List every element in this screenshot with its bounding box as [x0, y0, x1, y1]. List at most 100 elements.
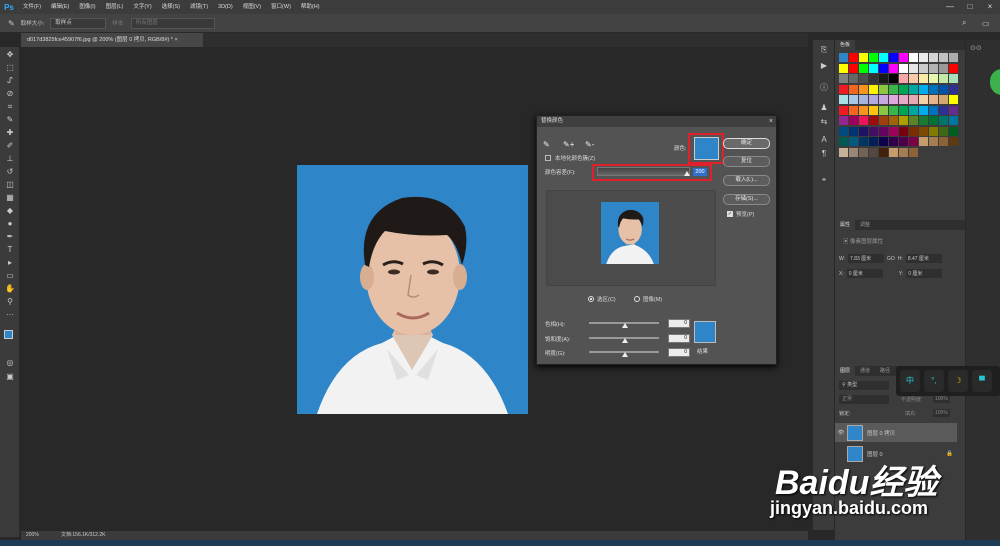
- color-swatch[interactable]: [909, 105, 918, 115]
- play-icon[interactable]: ▶: [817, 60, 831, 72]
- color-swatch[interactable]: [839, 53, 848, 62]
- color-swatch[interactable]: [869, 63, 878, 73]
- ok-button[interactable]: 确定: [723, 138, 770, 149]
- menu-filter[interactable]: 滤镜(T): [185, 0, 213, 14]
- tab-channels[interactable]: 通道: [855, 366, 875, 376]
- type-tool-icon[interactable]: T: [3, 244, 17, 255]
- color-swatch[interactable]: [839, 74, 848, 83]
- color-swatch[interactable]: [919, 116, 928, 125]
- color-swatch[interactable]: [899, 105, 908, 115]
- tab-swatches[interactable]: 色板: [835, 40, 856, 50]
- color-swatch[interactable]: [899, 116, 908, 125]
- color-swatch[interactable]: [939, 116, 948, 125]
- color-swatch[interactable]: [939, 53, 948, 62]
- search-icon[interactable]: ⌕: [962, 18, 966, 28]
- saturation-slider-thumb[interactable]: [622, 338, 628, 343]
- eyedropper-icon[interactable]: ✎: [543, 140, 550, 149]
- color-swatch[interactable]: [869, 116, 878, 125]
- menu-image[interactable]: 图像(I): [74, 0, 100, 14]
- color-swatch[interactable]: [889, 95, 898, 104]
- link-glasses-icon[interactable]: ⊙⊙: [970, 44, 982, 52]
- color-swatch[interactable]: [899, 126, 908, 136]
- info-icon[interactable]: ⓘ: [817, 82, 831, 94]
- menu-type[interactable]: 文字(Y): [128, 0, 156, 14]
- color-swatch[interactable]: [879, 95, 888, 104]
- localized-checkbox[interactable]: [545, 155, 551, 161]
- color-swatch[interactable]: [849, 63, 858, 73]
- color-swatch[interactable]: [949, 95, 958, 104]
- color-swatch[interactable]: [879, 63, 888, 73]
- pen-tool-icon[interactable]: ✒: [3, 231, 17, 242]
- color-swatch[interactable]: [899, 95, 908, 104]
- color-swatch[interactable]: [929, 84, 938, 94]
- opacity-input[interactable]: 100%: [933, 395, 950, 403]
- healing-tool-icon[interactable]: ✚: [3, 127, 17, 138]
- zoom-level[interactable]: 200%: [26, 531, 39, 540]
- green-widget[interactable]: [990, 69, 1000, 95]
- color-swatch[interactable]: [889, 84, 898, 94]
- color-swatch[interactable]: [919, 84, 928, 94]
- color-swatch[interactable]: [939, 74, 948, 83]
- color-swatch[interactable]: [859, 147, 868, 157]
- layer-kind-filter[interactable]: ⚲ 类型: [839, 381, 889, 390]
- color-swatch[interactable]: [849, 105, 858, 115]
- color-swatch[interactable]: [859, 84, 868, 94]
- color-swatch[interactable]: [839, 126, 848, 136]
- saturation-input[interactable]: 0: [668, 334, 690, 343]
- color-swatch[interactable]: [889, 126, 898, 136]
- fill-input[interactable]: 100%: [933, 409, 950, 417]
- color-swatch[interactable]: [929, 53, 938, 62]
- menu-file[interactable]: 文件(F): [18, 0, 46, 14]
- tab-layers[interactable]: 图层: [835, 366, 856, 376]
- quick-mask-icon[interactable]: ◎: [3, 357, 17, 368]
- color-swatch[interactable]: [859, 116, 868, 125]
- brush-tool-icon[interactable]: ✐: [3, 140, 17, 151]
- color-swatch[interactable]: [849, 74, 858, 83]
- result-swatch[interactable]: [694, 321, 716, 343]
- color-swatch[interactable]: [909, 147, 918, 157]
- eye-icon[interactable]: 👁: [835, 430, 847, 436]
- color-swatch[interactable]: [869, 74, 878, 83]
- shape-tool-icon[interactable]: ▭: [3, 270, 17, 281]
- hue-input[interactable]: 0: [668, 319, 690, 328]
- color-swatch[interactable]: [879, 74, 888, 83]
- color-swatch[interactable]: [929, 95, 938, 104]
- color-swatch[interactable]: [889, 53, 898, 62]
- maximize-button[interactable]: □: [960, 0, 980, 14]
- color-swatch[interactable]: [869, 137, 878, 146]
- close-window-button[interactable]: ×: [980, 0, 1000, 14]
- punctuation-button[interactable]: °,: [924, 370, 944, 392]
- brush-preset-icon[interactable]: ♟: [817, 102, 831, 114]
- color-swatch[interactable]: [849, 116, 858, 125]
- color-swatch[interactable]: [929, 63, 938, 73]
- color-swatch[interactable]: [869, 105, 878, 115]
- tab-adjustments[interactable]: 调整: [855, 220, 875, 230]
- moon-button[interactable]: ☽: [948, 370, 968, 392]
- layer-row[interactable]: 👁 图层 0 拷贝: [835, 423, 957, 442]
- color-swatch[interactable]: [939, 126, 948, 136]
- color-swatch[interactable]: [859, 53, 868, 62]
- color-swatch[interactable]: [949, 137, 958, 146]
- character-icon[interactable]: A: [817, 134, 831, 146]
- chinese-mode-button[interactable]: 中: [900, 370, 920, 392]
- history-icon[interactable]: ⎘: [817, 44, 831, 56]
- menu-window[interactable]: 窗口(W): [266, 0, 296, 14]
- color-swatch[interactable]: [889, 74, 898, 83]
- color-swatch[interactable]: [839, 147, 848, 157]
- paragraph-icon[interactable]: ¶: [817, 148, 831, 160]
- color-swatch[interactable]: [919, 63, 928, 73]
- color-swatch[interactable]: [899, 63, 908, 73]
- color-swatch[interactable]: [869, 84, 878, 94]
- color-swatch[interactable]: [939, 84, 948, 94]
- y-input[interactable]: 0 厘米: [906, 269, 943, 278]
- color-swatch[interactable]: [939, 137, 948, 146]
- hue-slider-thumb[interactable]: [622, 323, 628, 328]
- selection-radio[interactable]: [588, 296, 594, 302]
- screen-mode-icon[interactable]: ▣: [3, 371, 17, 382]
- lasso-tool-icon[interactable]: ᔑ: [3, 75, 17, 86]
- color-swatch[interactable]: [889, 147, 898, 157]
- color-swatch[interactable]: [909, 137, 918, 146]
- dodge-tool-icon[interactable]: ●: [3, 218, 17, 229]
- sample-select[interactable]: 所有图层: [130, 17, 215, 29]
- stamp-tool-icon[interactable]: ⊥: [3, 153, 17, 164]
